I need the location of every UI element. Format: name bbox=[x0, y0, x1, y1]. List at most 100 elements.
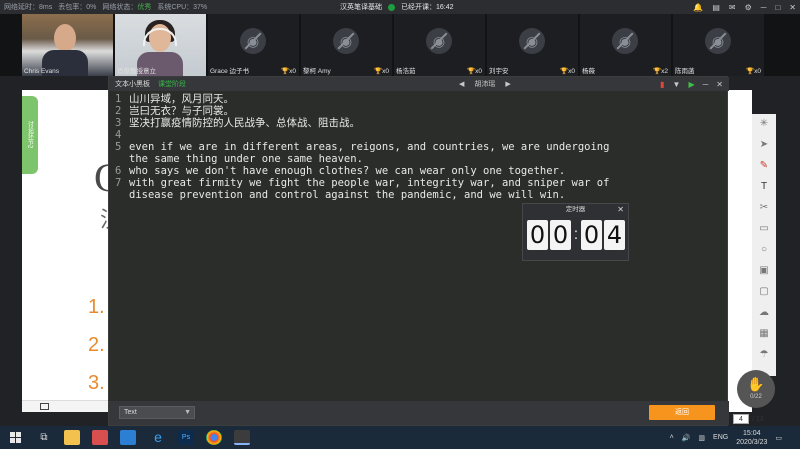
photoshop-icon[interactable]: Ps bbox=[178, 430, 194, 445]
cpu-text: 系统CPU：37% bbox=[157, 4, 208, 11]
record-icon[interactable]: ▮ bbox=[660, 80, 664, 89]
image-icon[interactable]: ▣ bbox=[758, 265, 770, 277]
participant-tile[interactable]: 肖俊教授意立 bbox=[115, 14, 206, 76]
close-icon[interactable]: ✕ bbox=[716, 80, 723, 89]
editor-line: 5 even if we are in different areas, reig… bbox=[109, 141, 729, 153]
trophy-count: 🏆x0 bbox=[374, 68, 389, 75]
notepad-footer: Text ▼ 返回 bbox=[109, 401, 729, 425]
camera-off-icon: ◉ bbox=[519, 28, 545, 54]
toolbox-icon[interactable]: ▦ bbox=[758, 328, 770, 340]
network-icon[interactable]: ▥ bbox=[698, 434, 705, 442]
timer-widget[interactable]: 定时器 ✕ 0 0 : 0 4 bbox=[522, 203, 629, 261]
chat-icon[interactable]: ▢ bbox=[758, 286, 770, 298]
net-status-label: 网络状态：优秀 bbox=[102, 4, 152, 11]
screen-icon[interactable] bbox=[40, 403, 49, 410]
language-indicator[interactable]: ENG bbox=[713, 434, 728, 441]
trophy-count: 🏆x0 bbox=[560, 68, 575, 75]
minimize-icon[interactable]: ─ bbox=[703, 80, 709, 89]
editor-line: 6 who says we don't have enough clothes? … bbox=[109, 165, 729, 177]
participant-tile[interactable]: ◉ 黎柯 Amy 🏆x0 bbox=[301, 14, 392, 76]
store-icon[interactable] bbox=[120, 430, 136, 445]
maximize-icon[interactable]: □ bbox=[775, 3, 780, 12]
notepad-controls: ▮ ▼ ▶ ─ ✕ bbox=[660, 77, 723, 91]
app-window: 网络延时：8ms 丢包率：0% 网络状态：优秀 系统CPU：37% 汉英笔译基础… bbox=[0, 0, 800, 449]
chrome-icon[interactable] bbox=[206, 430, 222, 445]
pen-icon[interactable]: ✎ bbox=[758, 160, 770, 172]
edge-icon[interactable]: e bbox=[150, 430, 166, 445]
shape-icon[interactable]: ○ bbox=[758, 244, 770, 256]
windows-start-icon[interactable] bbox=[10, 432, 21, 443]
mail-icon[interactable]: ✉ bbox=[729, 3, 736, 12]
format-select[interactable]: Text ▼ bbox=[119, 406, 195, 419]
participant-tile[interactable]: ◉ 杨浩茹 🏆x0 bbox=[394, 14, 485, 76]
participant-tile[interactable]: ◉ 刘宇安 🏆x0 bbox=[487, 14, 578, 76]
raise-hand-count: 0/22 bbox=[750, 394, 762, 400]
gear-icon[interactable]: ⚙ bbox=[745, 3, 752, 12]
text-editor[interactable]: 1 山川异域，风月同天。 2 岂曰无衣？与子同裳。 3 坚决打赢疫情防控的人民战争、总… bbox=[109, 93, 729, 393]
format-select-value: Text bbox=[124, 409, 137, 416]
clock-date: 2020/3/23 bbox=[736, 438, 768, 446]
slide-canvas-right bbox=[728, 90, 752, 412]
taskbar-clock[interactable]: 15:04 2020/3/23 bbox=[736, 429, 767, 447]
room-title: 汉英笔译基础 bbox=[340, 4, 382, 11]
file-tab[interactable]: ◀ 胡沛瑶 ▶ bbox=[459, 77, 511, 91]
slide-canvas[interactable]: 讨论环节2 C 汉 1. 2. 3. bbox=[22, 90, 108, 412]
line-number: 4 bbox=[115, 129, 122, 141]
arrow-right-icon[interactable]: ▶ bbox=[505, 80, 510, 88]
close-icon[interactable]: ✕ bbox=[617, 204, 624, 215]
timer-titlebar: 定时器 ✕ bbox=[523, 204, 628, 215]
notification-icon[interactable]: ▭ bbox=[775, 434, 782, 442]
scissors-icon[interactable]: ✂ bbox=[758, 202, 770, 214]
task-view-icon[interactable]: ⧉ bbox=[36, 430, 52, 445]
text-blackboard-window: 文本小黑板 课堂阶段 ◀ 胡沛瑶 ▶ ▮ ▼ ▶ ─ ✕ 1 山川异域，风月同天。… bbox=[108, 76, 729, 426]
participant-tile[interactable]: ◉ Grace 边子书 🏆x0 bbox=[208, 14, 299, 76]
participant-name: 刘宇安 bbox=[489, 68, 509, 75]
raise-hand-button[interactable]: ✋ 0/22 bbox=[737, 370, 775, 408]
window-controls: 🔔 ▤ ✉ ⚙ ─ □ ✕ bbox=[693, 0, 796, 14]
participant-name: 杨浩茹 bbox=[396, 68, 416, 75]
slide-list-number: 3. bbox=[88, 372, 105, 394]
live-dot-icon bbox=[388, 3, 395, 11]
notepad-mode[interactable]: 课堂阶段 bbox=[150, 79, 186, 89]
editor-line: 1 山川异域，风月同天。 bbox=[109, 93, 729, 105]
participant-tile[interactable]: ◉ 杨薇 🏆x2 bbox=[580, 14, 671, 76]
cloud-icon[interactable]: ☁ bbox=[758, 307, 770, 319]
camera-off-icon: ◉ bbox=[426, 28, 452, 54]
file-tab-label: 胡沛瑶 bbox=[474, 81, 496, 88]
timer-digits: 0 0 : 0 4 bbox=[527, 220, 625, 250]
slide-bottom-bar bbox=[22, 400, 108, 412]
chevron-up-icon[interactable]: ˄ bbox=[670, 434, 674, 441]
eraser-icon[interactable]: ▭ bbox=[758, 223, 770, 235]
text-tool-icon[interactable]: T bbox=[758, 181, 770, 193]
windows-taskbar: ⧉ e Ps ˄ 🔊 ▥ ENG 15:04 2020/3/23 ▭ bbox=[0, 426, 800, 449]
elapsed-time: 已经开课：16:42 bbox=[401, 4, 454, 11]
line-text: the same thing under one same heaven. bbox=[129, 153, 363, 165]
participant-tile[interactable]: ◉ 陈雨菡 🏆x0 bbox=[673, 14, 764, 76]
slide-list-number: 2. bbox=[88, 334, 105, 356]
close-icon[interactable]: ✕ bbox=[789, 3, 796, 12]
arrow-left-icon[interactable]: ◀ bbox=[459, 80, 464, 88]
chevron-down-icon[interactable]: ▼ bbox=[673, 80, 681, 89]
slide-tab[interactable]: 讨论环节2 bbox=[22, 96, 38, 174]
timer-digit: 4 bbox=[604, 220, 625, 250]
bell-icon[interactable]: 🔔 bbox=[693, 3, 703, 12]
participant-tile[interactable]: Chris Evans bbox=[22, 14, 113, 76]
clipboard-icon[interactable]: ▤ bbox=[712, 3, 720, 12]
line-text: even if we are in different areas, reigo… bbox=[129, 141, 610, 153]
slide-list-number: 1. bbox=[88, 296, 105, 318]
hand-icon: ✋ bbox=[747, 376, 765, 392]
play-icon[interactable]: ▶ bbox=[688, 80, 694, 89]
speaker-icon[interactable]: 🔊 bbox=[682, 434, 691, 442]
line-number: 1 bbox=[115, 93, 122, 105]
cursor-icon[interactable]: ➤ bbox=[758, 139, 770, 151]
current-page-input[interactable]: 4 bbox=[733, 414, 749, 424]
classroom-app-icon[interactable] bbox=[234, 430, 250, 445]
file-explorer-icon[interactable] bbox=[64, 430, 80, 445]
media-player-icon[interactable] bbox=[92, 430, 108, 445]
laser-pointer-icon[interactable]: ✳ bbox=[758, 118, 770, 130]
line-number: 5 bbox=[115, 141, 122, 153]
umbrella-icon[interactable]: ☂ bbox=[758, 349, 770, 361]
back-button[interactable]: 返回 bbox=[649, 405, 715, 420]
page-indicator: 4 / 13 bbox=[733, 413, 764, 425]
minimize-icon[interactable]: ─ bbox=[761, 3, 767, 12]
